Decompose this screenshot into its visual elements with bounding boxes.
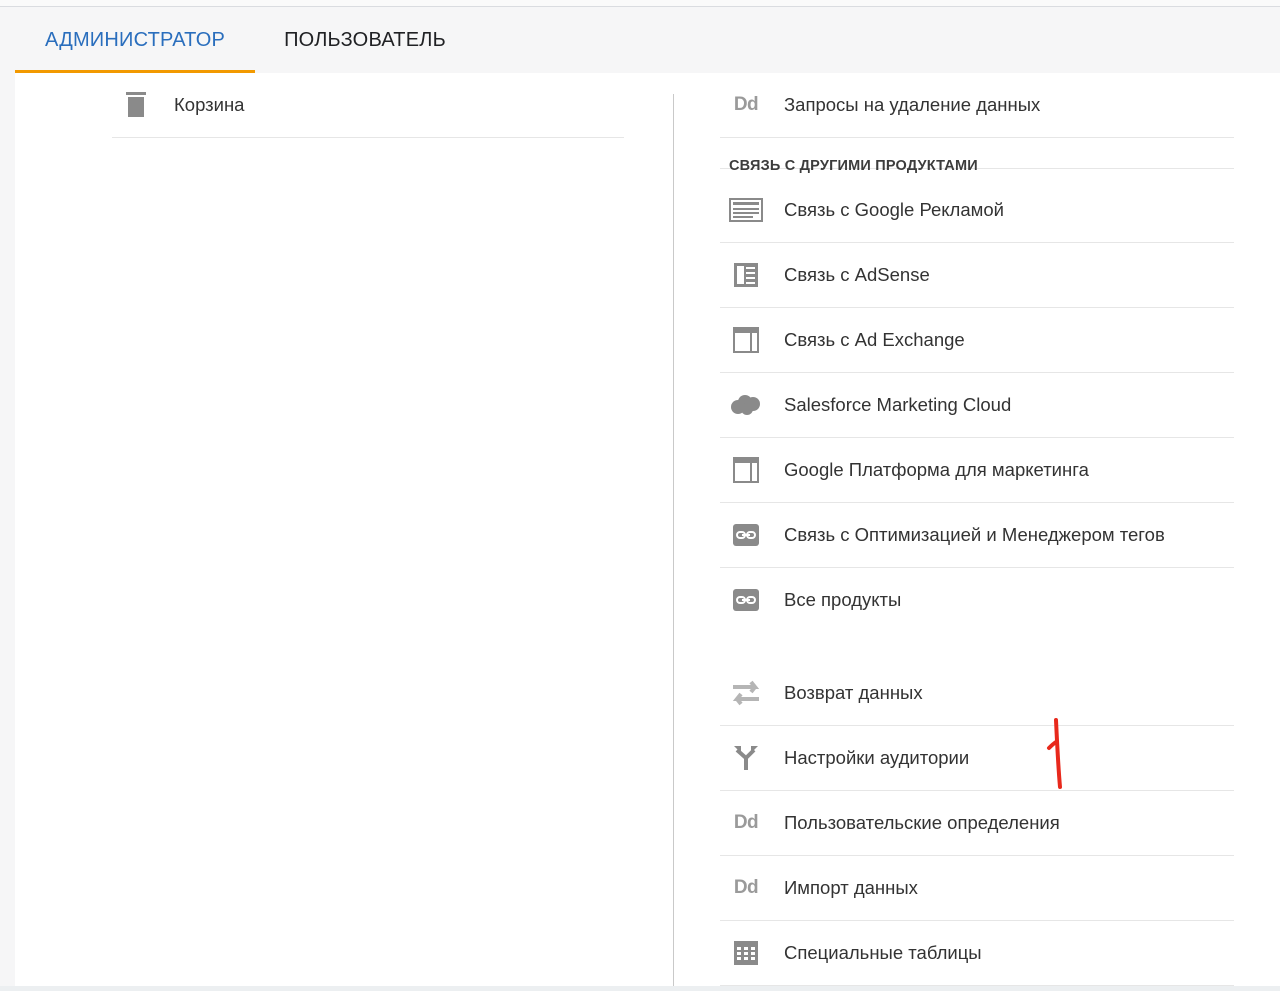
link-icon [728, 582, 764, 618]
data-return-icon [728, 675, 764, 711]
item-data-return[interactable]: Возврат данных [720, 661, 1234, 726]
item-label: Запросы на удаление данных [784, 94, 1041, 115]
table-grid-icon [728, 935, 764, 971]
item-google-ads-link[interactable]: Связь с Google Рекламой [720, 178, 1234, 243]
link-icon [728, 517, 764, 553]
dd-icon: Dd [733, 94, 759, 115]
marketing-platform-icon [728, 452, 764, 488]
handwritten-annotation-mark [1047, 718, 1062, 789]
item-ad-exchange-link[interactable]: Связь с Ad Exchange [720, 308, 1234, 373]
item-label: Google Платформа для маркетинга [784, 459, 1089, 480]
item-label: Пользовательские определения [784, 812, 1060, 833]
item-label: Возврат данных [784, 682, 923, 703]
item-adsense-link[interactable]: Связь с AdSense [720, 243, 1234, 308]
tab-admin-label: АДМИНИСТРАТОР [45, 29, 225, 51]
window-bottom-edge [0, 986, 1280, 991]
item-label: Импорт данных [784, 877, 918, 898]
adsense-icon [728, 257, 764, 293]
audience-fork-icon [728, 740, 764, 776]
item-optimize-tagmanager-link[interactable]: Связь с Оптимизацией и Менеджером тегов [720, 503, 1234, 568]
window-top-edge [0, 0, 1280, 7]
cloud-icon [728, 387, 764, 423]
trash-icon [118, 87, 154, 123]
item-custom-definitions[interactable]: Dd Пользовательские определения [720, 791, 1234, 856]
tab-user-label: ПОЛЬЗОВАТЕЛЬ [284, 29, 446, 51]
item-data-deletion-requests[interactable]: Dd Запросы на удаление данных [720, 73, 1234, 138]
dd-icon: Dd [733, 812, 759, 833]
item-label: Все продукты [784, 589, 902, 610]
item-data-import[interactable]: Dd Импорт данных [720, 856, 1234, 921]
left-item-trash[interactable]: Корзина [112, 73, 624, 138]
section-header-product-linking: СВЯЗЬ С ДРУГИМИ ПРОДУКТАМИ [729, 158, 978, 174]
ad-exchange-icon [728, 322, 764, 358]
tab-user[interactable]: ПОЛЬЗОВАТЕЛЬ [255, 7, 475, 73]
item-audience-settings[interactable]: Настройки аудитории [720, 726, 1234, 791]
tab-admin[interactable]: АДМИНИСТРАТОР [15, 7, 255, 73]
item-salesforce-link[interactable]: Salesforce Marketing Cloud [720, 373, 1234, 438]
item-marketing-platform[interactable]: Google Платформа для маркетинга [720, 438, 1234, 503]
item-label: Настройки аудитории [784, 747, 970, 768]
dd-icon: Dd [733, 877, 759, 898]
column-divider [673, 94, 674, 987]
item-label: Связь с AdSense [784, 264, 930, 285]
item-custom-tables[interactable]: Специальные таблицы [720, 921, 1234, 986]
item-label: Salesforce Marketing Cloud [784, 394, 1012, 415]
item-label: Связь с Google Рекламой [784, 199, 1004, 220]
tab-bar: АДМИНИСТРАТОР ПОЛЬЗОВАТЕЛЬ [0, 7, 1280, 73]
item-label: Связь с Оптимизацией и Менеджером тегов [784, 524, 1165, 545]
item-label: Специальные таблицы [784, 942, 982, 963]
trash-label: Корзина [174, 94, 245, 115]
item-all-products[interactable]: Все продукты [720, 568, 1234, 632]
item-label: Связь с Ad Exchange [784, 329, 965, 350]
google-ads-icon [728, 192, 764, 228]
